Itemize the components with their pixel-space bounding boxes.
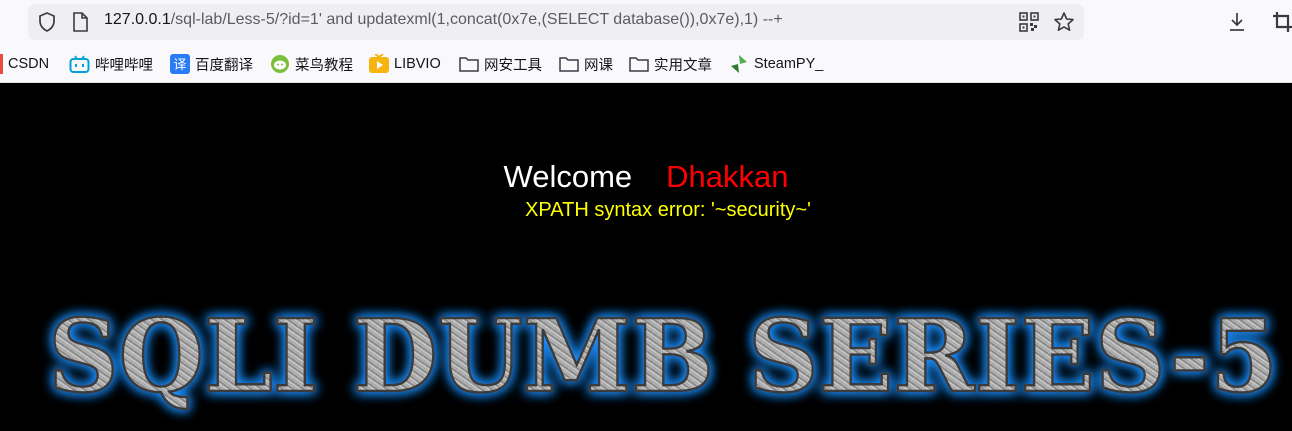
- page-content: Welcome Dhakkan XPATH syntax error: '~sec…: [0, 83, 1292, 431]
- welcome-text: Welcome: [503, 159, 633, 194]
- bookmark-folder-articles[interactable]: 实用文章: [629, 52, 712, 76]
- bookmark-label: 百度翻译: [195, 57, 253, 74]
- baidu-translate-icon: 译: [170, 54, 190, 74]
- bookmark-label: 菜鸟教程: [295, 57, 353, 74]
- download-icon[interactable]: [1227, 11, 1247, 33]
- bookmark-steampy[interactable]: SteamPY_: [729, 52, 823, 76]
- screenshot-crop-icon[interactable]: [1272, 11, 1292, 33]
- libvio-icon: [369, 54, 389, 73]
- bookmark-folder-netsec-tools[interactable]: 网安工具: [459, 52, 542, 76]
- url-host: 127.0.0.1: [104, 11, 171, 28]
- page-icon[interactable]: [72, 12, 88, 32]
- bookmark-runoob[interactable]: 菜鸟教程: [270, 52, 353, 76]
- folder-icon: [459, 57, 479, 72]
- steampy-icon: [731, 55, 747, 73]
- bookmark-label: 实用文章: [654, 57, 712, 74]
- folder-icon: [629, 57, 649, 72]
- qr-code-icon[interactable]: [1019, 12, 1039, 32]
- bookmark-label: 网课: [584, 57, 613, 74]
- folder-icon: [559, 57, 579, 72]
- bookmark-folder-courses[interactable]: 网课: [559, 52, 613, 76]
- banner-text: SQLI DUMB SERIES-5: [48, 297, 1278, 415]
- bookmark-label: 网安工具: [484, 57, 542, 74]
- bookmark-label: SteamPY_: [754, 56, 824, 72]
- bookmark-baidu-translate[interactable]: 译 百度翻译: [170, 52, 253, 76]
- runoob-icon: [271, 55, 289, 73]
- bookmark-label: 哔哩哔哩: [95, 57, 153, 74]
- sqli-dumb-series-banner: SQLI DUMB SERIES-5: [47, 296, 1280, 417]
- svg-text:译: 译: [173, 58, 186, 73]
- csdn-edge-mark: [0, 54, 3, 74]
- browser-chrome: 127.0.0.1/sql-lab/Less-5/?id=1' and upda…: [0, 0, 1292, 83]
- bilibili-icon: [69, 55, 90, 73]
- bookmark-label: LIBVIO: [394, 56, 441, 72]
- url-text[interactable]: 127.0.0.1/sql-lab/Less-5/?id=1' and upda…: [104, 11, 783, 29]
- bookmark-bilibili[interactable]: 哔哩哔哩: [69, 52, 153, 76]
- welcome-line: Welcome Dhakkan: [0, 159, 1292, 195]
- xpath-error-message: XPATH syntax error: '~security~': [525, 199, 811, 221]
- shield-icon[interactable]: [38, 12, 56, 32]
- bookmark-star-icon[interactable]: [1053, 11, 1075, 33]
- bookmarks-bar: CSDN 哔哩哔哩 译 百度翻译 菜鸟教程 LIBVIO 网安工具 网课 实用文…: [0, 52, 1292, 76]
- bookmark-csdn[interactable]: CSDN: [8, 52, 49, 76]
- bookmark-libvio[interactable]: LIBVIO: [369, 52, 441, 76]
- bookmark-label: CSDN: [8, 56, 50, 72]
- url-path: /sql-lab/Less-5/?id=1' and updatexml(1,c…: [170, 11, 783, 28]
- welcome-name: Dhakkan: [666, 159, 789, 194]
